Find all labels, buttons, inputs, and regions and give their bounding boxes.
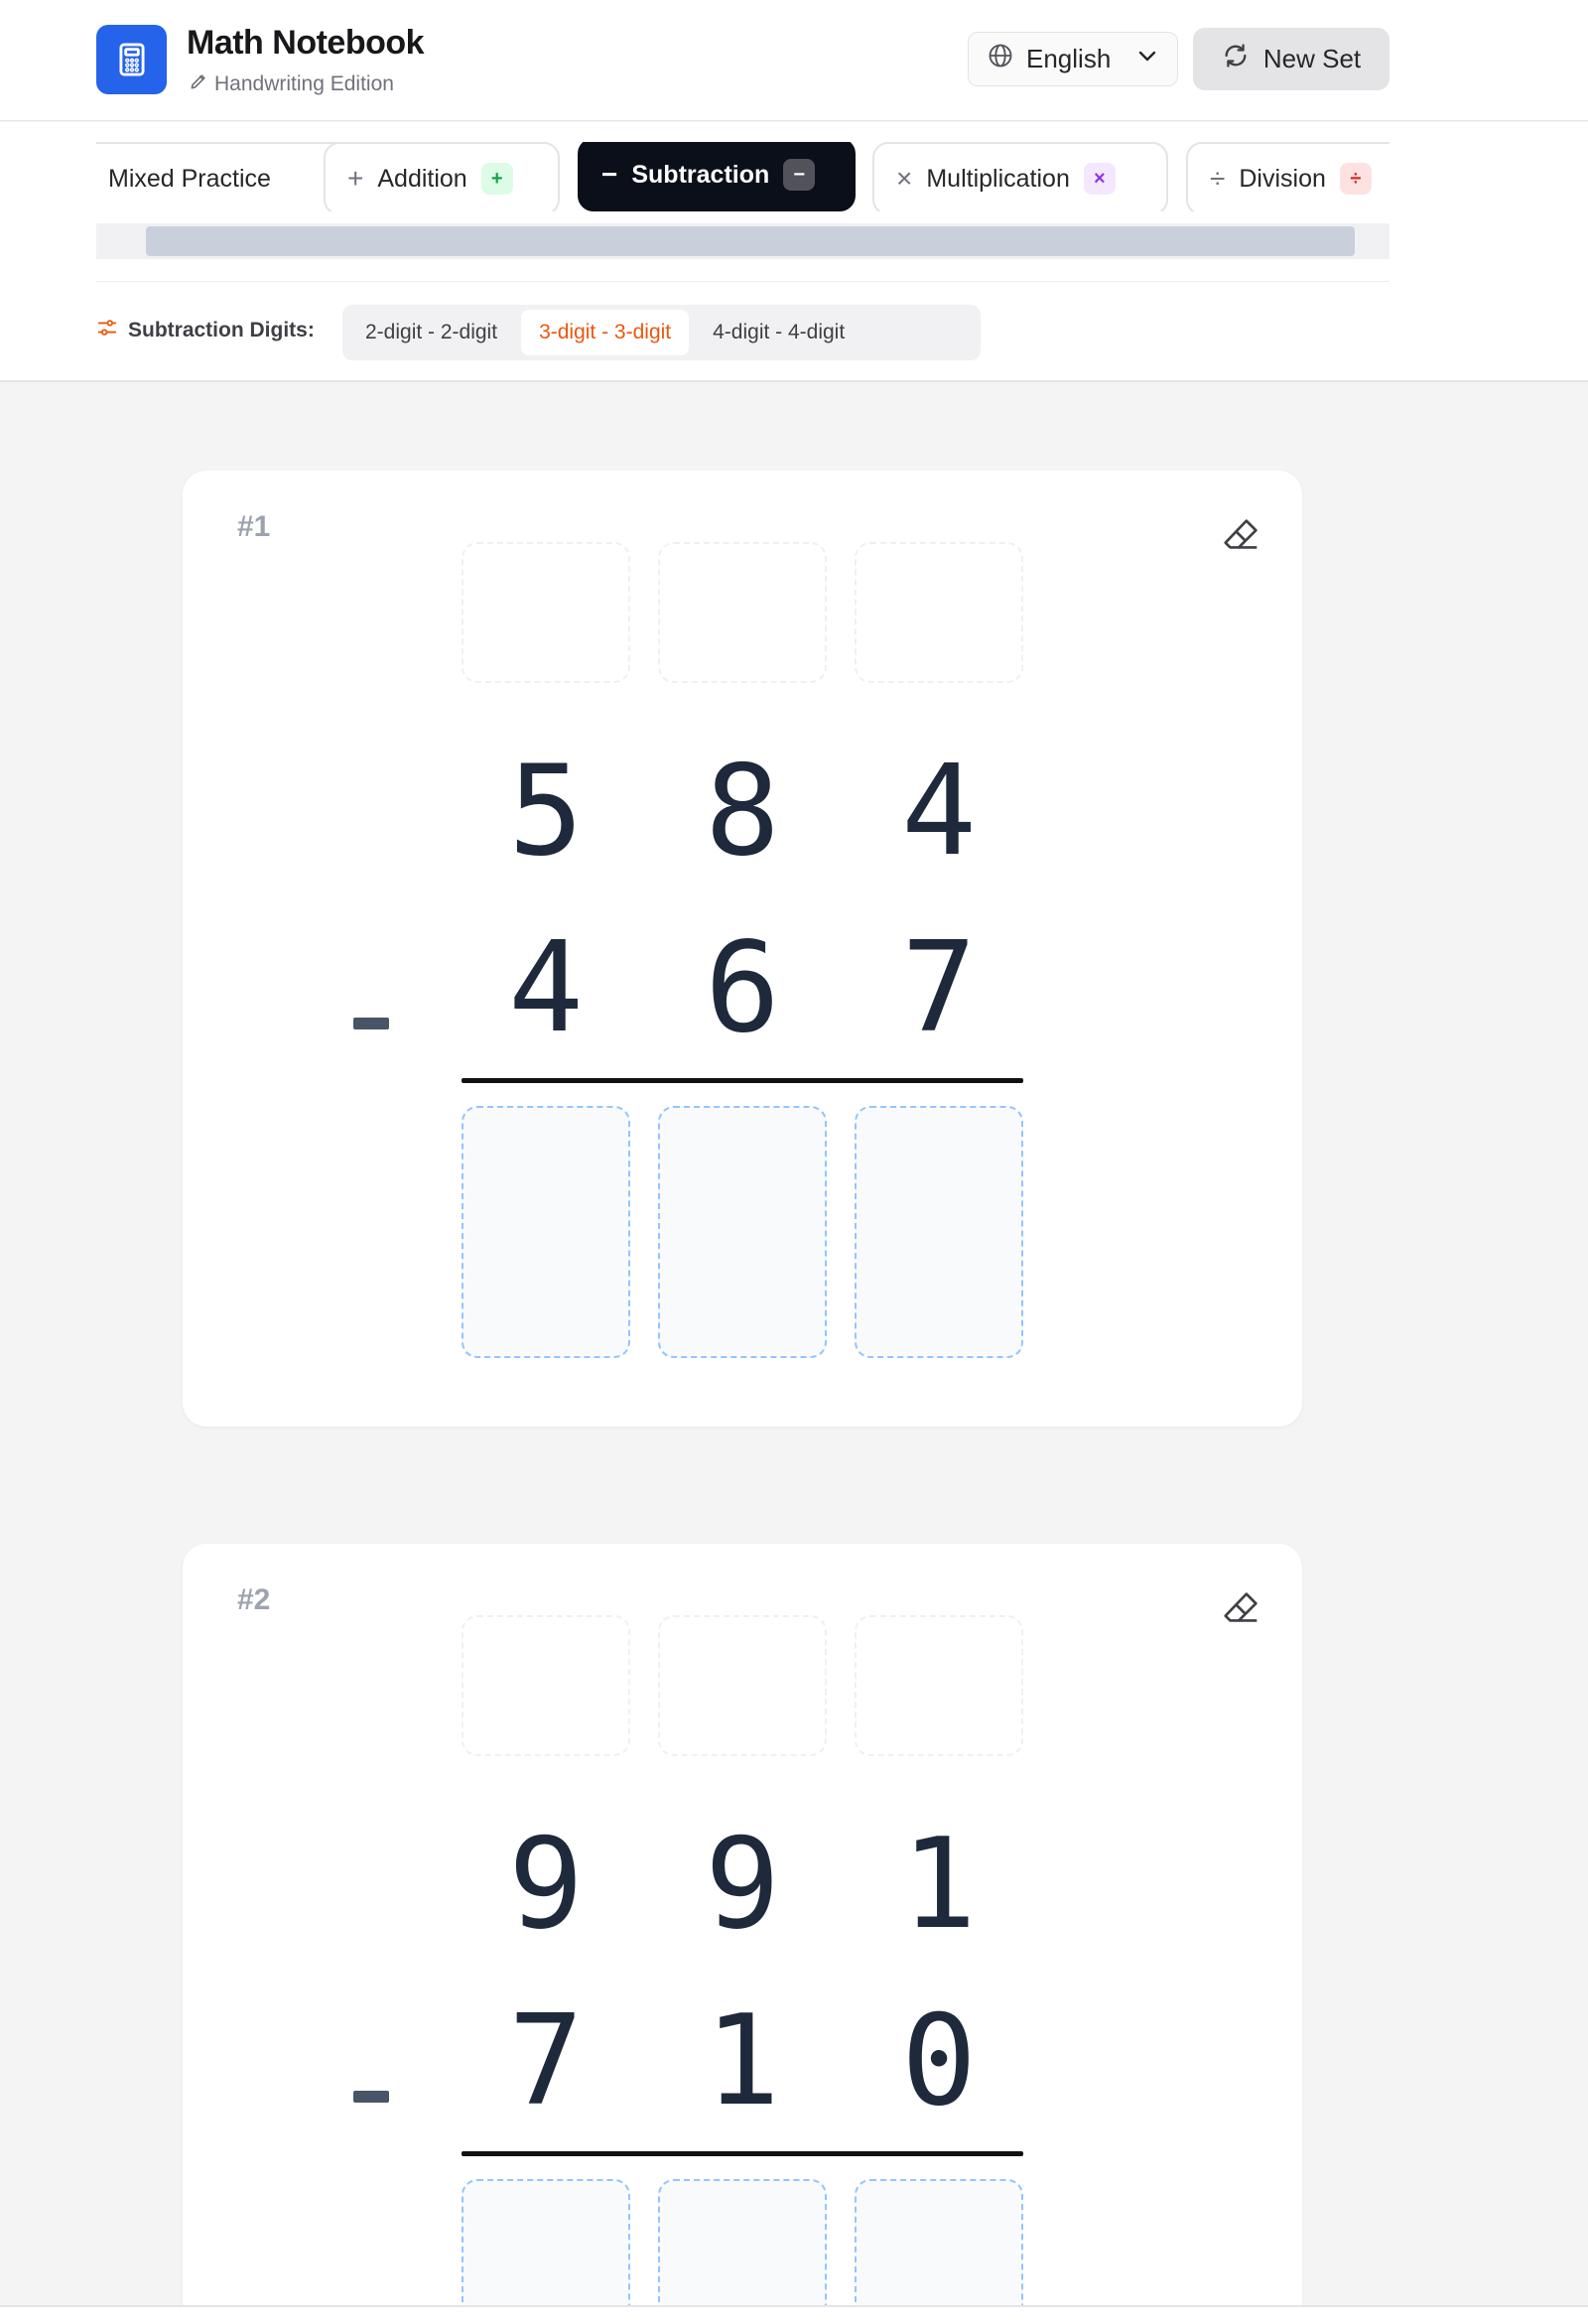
new-set-button[interactable]: New Set <box>1193 28 1390 90</box>
answer-box[interactable] <box>462 1106 630 1358</box>
refresh-icon <box>1222 42 1250 76</box>
answer-box[interactable] <box>855 1106 1023 1358</box>
minus-icon: − <box>601 159 618 190</box>
subtrahend-digit: 0 <box>901 1987 977 2133</box>
digits-option-3[interactable]: 3-digit - 3-digit <box>521 310 690 355</box>
app-subtitle: Handwriting Edition <box>189 71 394 97</box>
globe-icon <box>987 42 1014 76</box>
operation-tabs: Mixed Practice + Addition + − Subtractio… <box>96 142 1390 211</box>
new-set-label: New Set <box>1262 44 1362 73</box>
bottom-bar <box>0 2305 1588 2324</box>
subtrahend-digit: 7 <box>901 914 977 1060</box>
minuend-digit: 5 <box>508 738 584 884</box>
carry-box[interactable] <box>658 542 827 683</box>
language-label: English <box>1026 44 1112 73</box>
subtrahend-digit: 7 <box>508 1987 584 2133</box>
carry-box[interactable] <box>855 542 1023 683</box>
digits-option-4[interactable]: 4-digit - 4-digit <box>695 310 862 355</box>
divider <box>96 281 1390 282</box>
minuend-digit: 8 <box>705 738 780 884</box>
tab-subtraction[interactable]: − Subtraction − <box>578 142 856 211</box>
pencil-icon <box>189 71 208 97</box>
tab-division[interactable]: ÷ Division ÷ <box>1186 142 1390 211</box>
language-select[interactable]: English <box>968 32 1178 86</box>
problem-card: #1 5 8 4 4 6 7 <box>183 471 1302 1427</box>
plus-icon: + <box>347 163 364 194</box>
eraser-icon[interactable] <box>1219 1585 1264 1631</box>
subtitle-text: Handwriting Edition <box>214 72 394 95</box>
carry-box[interactable] <box>658 1615 827 1756</box>
sum-line <box>462 2151 1023 2156</box>
carry-box[interactable] <box>462 1615 630 1756</box>
divide-icon: ÷ <box>1210 163 1226 194</box>
operator-minus <box>353 2091 389 2103</box>
digits-selector: 2-digit - 2-digit 3-digit - 3-digit 4-di… <box>342 305 981 360</box>
tab-label: Mixed Practice <box>108 164 271 193</box>
times-icon: × <box>896 163 913 194</box>
app-title: Math Notebook <box>187 24 425 62</box>
app-header: Math Notebook Handwriting Edition Englis… <box>0 0 1588 121</box>
minus-badge-icon: − <box>783 159 816 191</box>
minuend-digit: 1 <box>901 1811 977 1957</box>
carry-box[interactable] <box>462 542 630 683</box>
tab-label: Division <box>1239 164 1326 193</box>
digits-label: Subtraction Digits: <box>96 317 315 344</box>
subtrahend-digit: 6 <box>705 914 780 1060</box>
minuend-digit: 9 <box>705 1811 780 1957</box>
plus-badge-icon: + <box>480 163 513 195</box>
sliders-icon <box>96 317 118 344</box>
tab-label: Addition <box>377 164 467 193</box>
divide-badge-icon: ÷ <box>1339 163 1372 195</box>
problem-number: #1 <box>237 510 271 543</box>
answer-box[interactable] <box>855 2179 1023 2324</box>
tab-multiplication[interactable]: × Multiplication × <box>872 142 1168 211</box>
tabs-scrollbar[interactable] <box>96 223 1390 259</box>
problem-card: #2 9 9 1 7 1 0 <box>183 1544 1302 2324</box>
tab-label: Multiplication <box>926 164 1070 193</box>
times-badge-icon: × <box>1083 163 1116 195</box>
carry-box[interactable] <box>855 1615 1023 1756</box>
digits-label-text: Subtraction Digits: <box>128 319 315 342</box>
calculator-icon[interactable] <box>96 25 167 94</box>
tab-addition[interactable]: + Addition + <box>324 142 560 211</box>
scrollbar-thumb[interactable] <box>146 226 1355 256</box>
sum-line <box>462 1078 1023 1083</box>
minuend-digit: 9 <box>508 1811 584 1957</box>
answer-box[interactable] <box>658 1106 827 1358</box>
minuend-digit: 4 <box>901 738 977 884</box>
digits-option-2[interactable]: 2-digit - 2-digit <box>347 310 515 355</box>
eraser-icon[interactable] <box>1219 512 1264 558</box>
tab-label: Subtraction <box>631 160 770 189</box>
subtrahend-digit: 4 <box>508 914 584 1060</box>
subtrahend-digit: 1 <box>705 1987 780 2133</box>
operation-toolbar: Mixed Practice + Addition + − Subtractio… <box>0 122 1588 382</box>
problem-number: #2 <box>237 1583 271 1616</box>
chevron-down-icon <box>1135 44 1159 74</box>
answer-box[interactable] <box>658 2179 827 2324</box>
answer-box[interactable] <box>462 2179 630 2324</box>
operator-minus <box>353 1018 389 1029</box>
